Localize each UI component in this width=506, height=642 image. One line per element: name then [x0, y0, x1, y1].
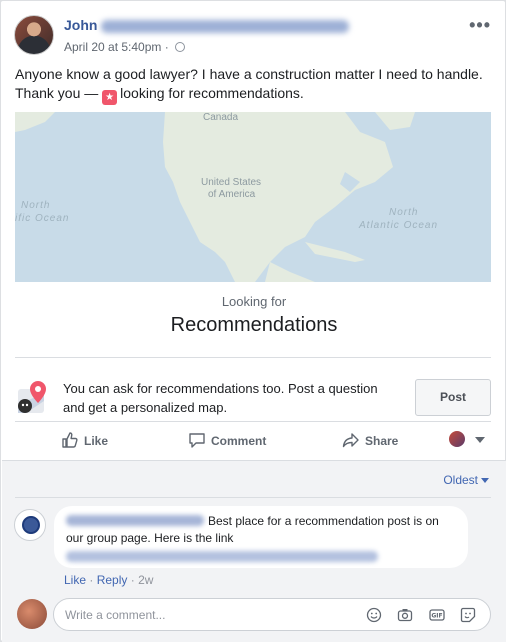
chevron-down-icon	[481, 478, 489, 483]
comment-bubble: Best place for a recommendation post is …	[54, 506, 468, 568]
comment-label: Comment	[211, 434, 267, 448]
recommendations-map[interactable]: Canada United States of America North if…	[15, 112, 491, 282]
chevron-down-icon[interactable]	[475, 437, 485, 443]
post-card: John April 20 at 5:40pm · ••• Anyone kno…	[0, 0, 506, 642]
commenter-logo	[22, 516, 40, 534]
map-label-atlantic: Atlantic Ocean	[359, 220, 439, 231]
author-first-name[interactable]: John	[64, 17, 97, 33]
svg-text:GIF: GIF	[431, 613, 442, 620]
more-options-icon[interactable]: •••	[469, 15, 491, 36]
commenter-name-blurred[interactable]	[66, 515, 204, 526]
comment-text-part2: our group page. Here is the link	[66, 531, 234, 545]
map-label-us: United States	[201, 177, 262, 188]
meta-separator: ·	[164, 40, 169, 54]
like-label: Like	[84, 434, 109, 448]
post-actions: Like Comment Share	[15, 425, 491, 455]
cta-text: You can ask for recommendations too. Pos…	[63, 379, 407, 417]
post-header: John April 20 at 5:40pm · •••	[14, 15, 493, 57]
comment-input-placeholder: Write a comment...	[65, 608, 166, 622]
divider	[15, 357, 491, 358]
comment-meta-sep: ·	[130, 573, 135, 587]
cta-text-line2: and get a personalized map.	[63, 400, 228, 415]
post-text-line1: Anyone know a good lawyer? I have a cons…	[15, 66, 483, 82]
comment-button[interactable]: Comment	[188, 431, 266, 449]
comment-reply-link[interactable]: Reply	[97, 573, 128, 587]
gif-icon[interactable]: GIF	[428, 607, 445, 623]
post-text-thanks: Thank you —	[15, 85, 99, 101]
comment-input[interactable]: Write a comment... GIF	[53, 598, 491, 631]
map-label-north-right: North	[389, 207, 419, 218]
comment-age[interactable]: 2w	[138, 573, 153, 587]
post-text: Anyone know a good lawyer? I have a cons…	[15, 65, 495, 105]
globe-icon[interactable]	[175, 42, 186, 52]
current-user-avatar	[17, 599, 47, 629]
post-text-line2: Thank you — ★ looking for recommendations…	[15, 84, 495, 105]
author-avatar[interactable]	[14, 15, 54, 55]
map-pin-icon	[18, 381, 46, 413]
commenter-avatar[interactable]	[14, 509, 46, 541]
camera-icon[interactable]	[397, 607, 413, 623]
post-meta: April 20 at 5:40pm ·	[64, 40, 186, 54]
divider	[15, 497, 491, 498]
thumbs-up-icon	[62, 432, 78, 448]
comment-sort-dropdown[interactable]: Oldest	[443, 473, 489, 487]
recommendations-title: Recommendations	[170, 314, 338, 336]
comment-text-part1: Best place for a recommendation post is …	[208, 514, 439, 528]
share-button[interactable]: Share	[342, 431, 398, 449]
share-icon	[342, 433, 359, 448]
map-label-pacific: ific Ocean	[15, 213, 70, 224]
cta-text-line1: You can ask for recommendations too. Pos…	[63, 381, 378, 396]
map-label-canada: Canada	[203, 112, 239, 123]
author-blurred-text	[101, 19, 350, 33]
map-label-north-left: North	[21, 200, 51, 211]
post-button[interactable]: Post	[415, 379, 491, 416]
post-text-looking: looking for recommendations.	[120, 85, 304, 101]
recommendation-badge-icon: ★	[102, 90, 118, 105]
post-timestamp[interactable]: April 20 at 5:40pm	[64, 40, 161, 54]
comment-icon	[189, 433, 205, 448]
sticker-icon[interactable]	[460, 607, 476, 623]
author-name[interactable]: John	[64, 17, 350, 33]
reacting-as-avatar[interactable]	[449, 431, 465, 447]
comment-like-link[interactable]: Like	[64, 573, 86, 587]
divider	[15, 421, 491, 422]
share-label: Share	[365, 434, 399, 448]
looking-for-label: Looking for	[221, 294, 287, 309]
map-label-us2: of America	[208, 189, 256, 200]
comment-meta-sep: ·	[89, 573, 94, 587]
comment-sort-label: Oldest	[443, 473, 478, 487]
comment-input-icons: GIF	[355, 607, 476, 623]
emoji-icon[interactable]	[366, 607, 382, 623]
like-button[interactable]: Like	[61, 431, 108, 449]
comment-link-blurred[interactable]	[66, 551, 378, 562]
comment-meta: Like · Reply · 2w	[64, 573, 153, 587]
